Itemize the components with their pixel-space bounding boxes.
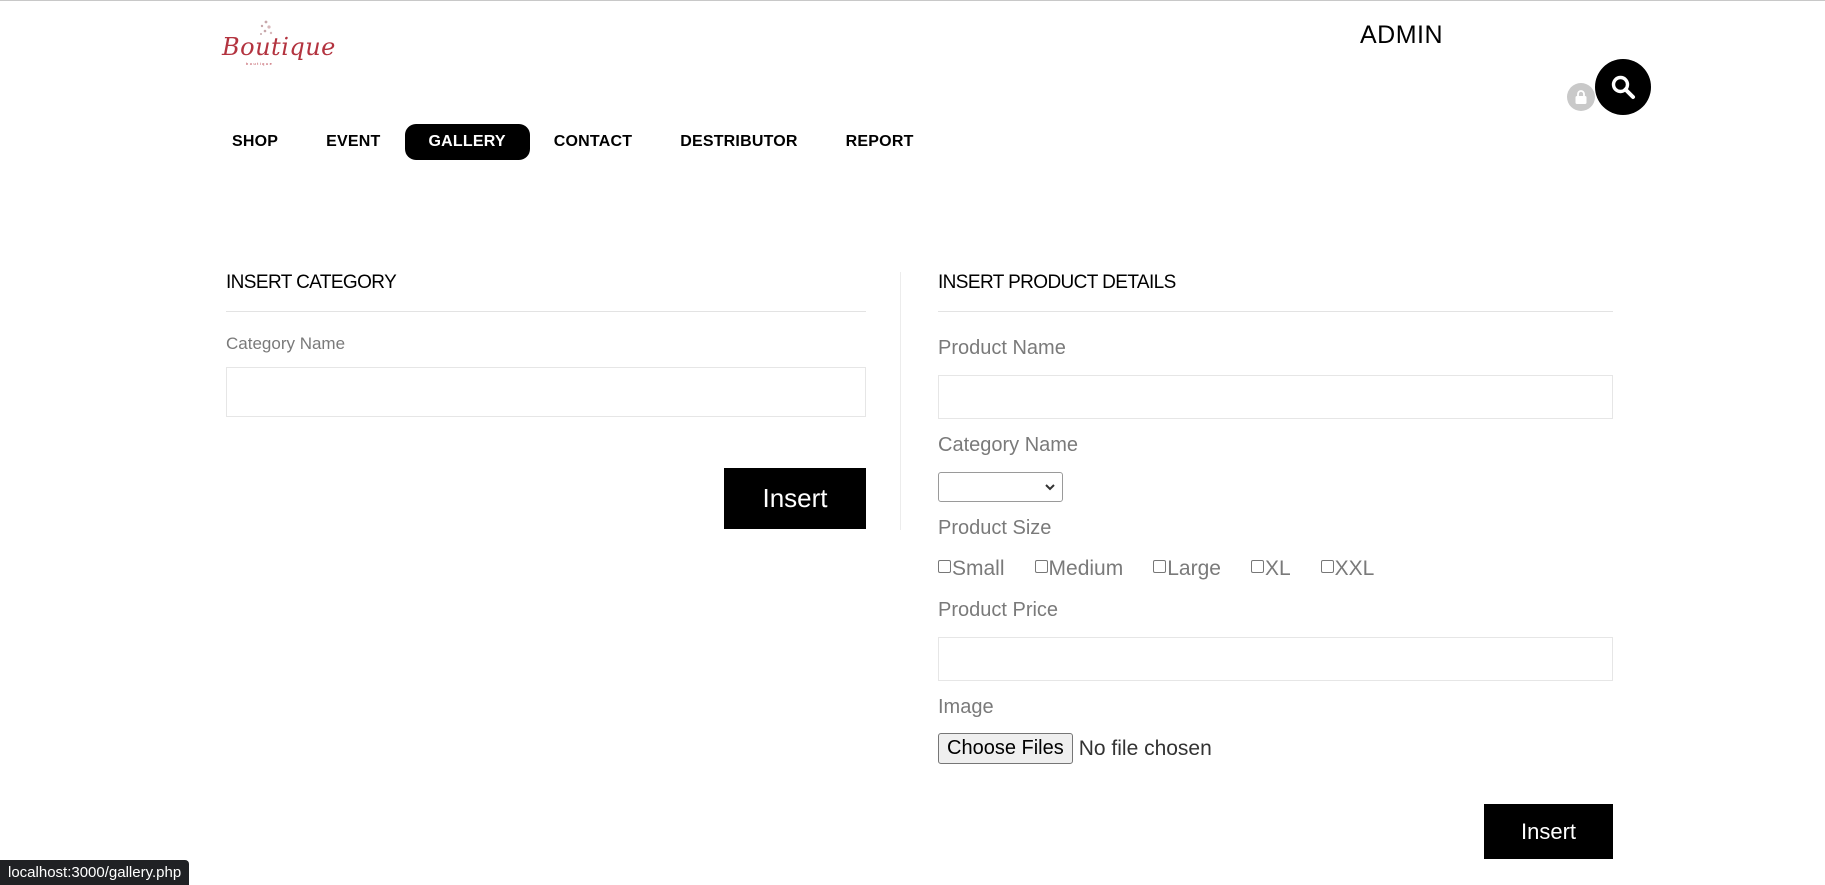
size-xxl-label: XXL [1334,557,1375,580]
nav-item-event[interactable]: EVENT [302,124,404,160]
product-price-input[interactable] [938,637,1613,681]
size-option-large[interactable]: Large [1153,557,1221,581]
file-status-text: No file chosen [1078,736,1212,760]
product-name-input[interactable] [938,375,1613,419]
brand-logo[interactable]: Boutique boutique [222,19,335,73]
size-large-label: Large [1167,557,1221,580]
nav-item-gallery[interactable]: GALLERY [404,124,530,160]
logo-text: Boutique [222,33,336,61]
browser-status-url: localhost:3000/gallery.php [0,860,190,885]
size-xxl-checkbox[interactable] [1320,559,1334,573]
category-name-label: Category Name [226,334,346,353]
column-divider [900,272,901,530]
image-file-input[interactable]: Choose Files No file chosen [938,733,1212,764]
product-size-label: Product Size [938,517,1052,539]
choose-files-button[interactable]: Choose Files [938,733,1073,764]
chevron-down-icon [1045,484,1055,491]
category-divider [226,311,866,312]
size-options: Small Medium Large XL XXL [938,557,1404,581]
category-select[interactable] [938,472,1063,502]
main-nav: SHOP EVENT GALLERY CONTACT DESTRIBUTOR R… [218,124,938,160]
size-xl-label: XL [1264,557,1291,580]
size-option-medium[interactable]: Medium [1034,557,1124,581]
insert-product-button[interactable]: Insert [1484,804,1613,859]
category-section-title: INSERT CATEGORY [226,272,397,293]
size-option-xl[interactable]: XL [1250,557,1291,581]
nav-item-report[interactable]: REPORT [822,124,938,160]
size-medium-checkbox[interactable] [1034,559,1048,573]
product-name-label: Product Name [938,337,1066,359]
nav-item-contact[interactable]: CONTACT [530,124,656,160]
product-divider [938,311,1613,312]
product-category-label: Category Name [938,434,1079,456]
admin-label: ADMIN [1360,21,1444,49]
product-price-label: Product Price [938,599,1059,621]
size-large-checkbox[interactable] [1153,559,1167,573]
search-button[interactable] [1595,59,1651,115]
insert-category-button[interactable]: Insert [724,468,866,529]
nav-item-destributor[interactable]: DESTRIBUTOR [656,124,821,160]
size-xl-checkbox[interactable] [1250,559,1264,573]
size-option-xxl[interactable]: XXL [1320,557,1375,581]
nav-item-shop[interactable]: SHOP [218,124,302,160]
size-option-small[interactable]: Small [938,557,1005,581]
lock-button[interactable] [1567,83,1595,111]
product-image-label: Image [938,696,994,718]
category-name-input[interactable] [226,367,866,417]
size-small-checkbox[interactable] [938,559,951,573]
product-section-title: INSERT PRODUCT DETAILS [938,272,1176,293]
logo-subtext: boutique [246,61,274,66]
search-icon [1611,75,1635,99]
size-medium-label: Medium [1048,557,1124,580]
size-small-label: Small [952,557,1005,580]
lock-icon [1575,90,1587,104]
